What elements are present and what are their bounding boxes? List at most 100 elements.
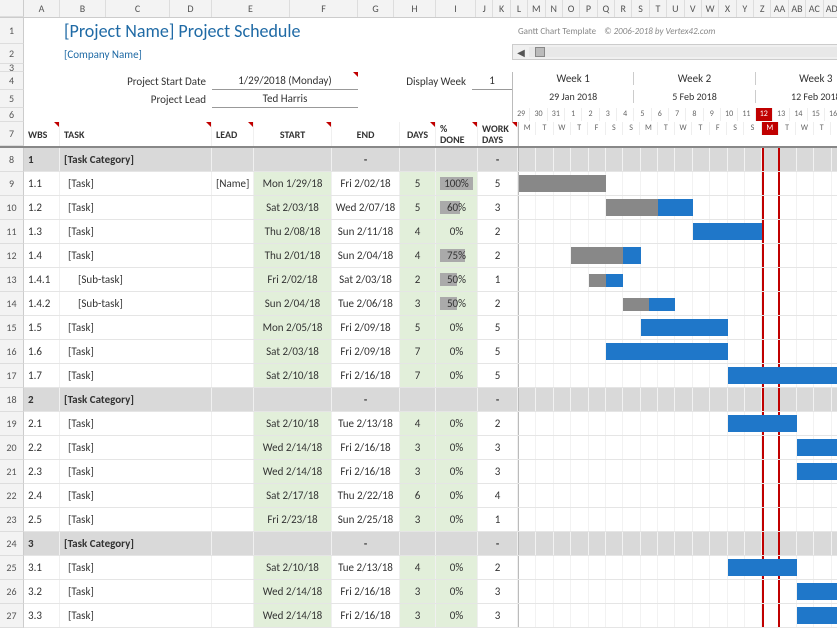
column-header[interactable]: AA [771, 0, 788, 17]
start-cell[interactable]: Sat 2/03/18 [254, 340, 332, 363]
lead-cell[interactable] [212, 316, 254, 339]
workdays-cell[interactable]: 3 [478, 436, 518, 459]
workdays-cell[interactable]: 4 [478, 484, 518, 507]
column-header[interactable]: H [394, 0, 436, 17]
end-cell[interactable]: Fri 2/09/18 [332, 340, 400, 363]
start-cell[interactable]: Fri 2/02/18 [254, 268, 332, 291]
lead-cell[interactable] [212, 532, 254, 555]
end-cell[interactable]: Fri 2/16/18 [332, 460, 400, 483]
pct-cell[interactable]: 0% [436, 460, 478, 483]
gantt-bar[interactable] [571, 247, 641, 264]
col-task[interactable]: TASK [60, 122, 212, 146]
column-header[interactable]: K [493, 0, 510, 17]
end-cell[interactable]: Fri 2/16/18 [332, 364, 400, 387]
task-cell[interactable]: [Task] [60, 316, 212, 339]
column-header[interactable]: S [632, 0, 649, 17]
gantt-bar[interactable] [519, 175, 606, 192]
pct-cell[interactable]: 100% [436, 172, 478, 195]
task-cell[interactable]: [Task] [60, 340, 212, 363]
row-header[interactable]: 1 [0, 18, 24, 44]
task-cell[interactable]: [Task] [60, 460, 212, 483]
pct-cell[interactable]: 0% [436, 484, 478, 507]
column-header[interactable]: J [476, 0, 493, 17]
lead-cell[interactable] [212, 484, 254, 507]
row-header[interactable]: 10 [0, 196, 24, 220]
days-cell[interactable]: 3 [400, 436, 436, 459]
days-cell[interactable]: 4 [400, 244, 436, 267]
task-cell[interactable]: [Task] [60, 364, 212, 387]
column-header[interactable]: E [212, 0, 290, 17]
lead-cell[interactable] [212, 292, 254, 315]
end-cell[interactable]: Tue 2/06/18 [332, 292, 400, 315]
start-cell[interactable]: Wed 2/14/18 [254, 436, 332, 459]
row-header[interactable]: 8 [0, 148, 24, 172]
wbs-cell[interactable]: 2.1 [24, 412, 60, 435]
gantt-bar[interactable] [693, 223, 763, 240]
start-cell[interactable]: Mon 1/29/18 [254, 172, 332, 195]
col-end[interactable]: END [332, 122, 400, 146]
start-cell[interactable]: Sat 2/10/18 [254, 412, 332, 435]
task-cell[interactable]: [Task] [60, 412, 212, 435]
wbs-cell[interactable]: 2.4 [24, 484, 60, 507]
task-cell[interactable]: [Sub-task] [60, 268, 212, 291]
days-cell[interactable]: 7 [400, 340, 436, 363]
wbs-cell[interactable]: 1.4.2 [24, 292, 60, 315]
days-cell[interactable]: 3 [400, 292, 436, 315]
end-cell[interactable]: Fri 2/16/18 [332, 604, 400, 627]
days-cell[interactable]: 4 [400, 220, 436, 243]
row-header[interactable]: 13 [0, 268, 24, 292]
task-cell[interactable]: [Task Category] [60, 388, 212, 411]
end-cell[interactable]: Fri 2/09/18 [332, 316, 400, 339]
lead-cell[interactable] [212, 604, 254, 627]
days-cell[interactable]: 5 [400, 196, 436, 219]
wbs-cell[interactable]: 2 [24, 388, 60, 411]
workdays-cell[interactable]: - [478, 532, 518, 555]
start-cell[interactable]: Wed 2/14/18 [254, 580, 332, 603]
column-header[interactable]: C [106, 0, 170, 17]
gantt-bar[interactable] [728, 367, 837, 384]
start-cell[interactable]: Wed 2/14/18 [254, 460, 332, 483]
column-header[interactable]: Y [737, 0, 754, 17]
wbs-cell[interactable]: 3.2 [24, 580, 60, 603]
task-cell[interactable]: [Task] [60, 604, 212, 627]
column-header[interactable]: F [290, 0, 358, 17]
days-cell[interactable]: 3 [400, 460, 436, 483]
workdays-cell[interactable]: 2 [478, 412, 518, 435]
end-cell[interactable]: - [332, 148, 400, 171]
workdays-cell[interactable]: 3 [478, 580, 518, 603]
task-cell[interactable]: [Task] [60, 436, 212, 459]
workdays-cell[interactable]: 5 [478, 316, 518, 339]
column-header[interactable]: AD [824, 0, 837, 17]
pct-cell[interactable] [436, 148, 478, 171]
days-cell[interactable]: 6 [400, 484, 436, 507]
row-header[interactable]: 14 [0, 292, 24, 316]
lead-cell[interactable] [212, 196, 254, 219]
lead-cell[interactable] [212, 580, 254, 603]
gantt-bar[interactable] [797, 583, 837, 600]
row-header[interactable]: 15 [0, 316, 24, 340]
row-header[interactable]: 22 [0, 484, 24, 508]
workdays-cell[interactable]: 2 [478, 220, 518, 243]
start-date-value[interactable]: 1/29/2018 (Monday) [212, 72, 358, 90]
lead-cell[interactable] [212, 148, 254, 171]
lead-cell[interactable] [212, 460, 254, 483]
task-cell[interactable]: [Task] [60, 580, 212, 603]
col-lead[interactable]: LEAD [212, 122, 254, 146]
wbs-cell[interactable]: 1 [24, 148, 60, 171]
wbs-cell[interactable]: 1.4 [24, 244, 60, 267]
wbs-cell[interactable]: 1.7 [24, 364, 60, 387]
days-cell[interactable]: 7 [400, 364, 436, 387]
end-cell[interactable]: Tue 2/13/18 [332, 412, 400, 435]
pct-cell[interactable]: 0% [436, 316, 478, 339]
workdays-cell[interactable]: 1 [478, 268, 518, 291]
column-header[interactable]: L [511, 0, 528, 17]
gantt-bar[interactable] [623, 298, 675, 311]
task-cell[interactable]: [Task] [60, 508, 212, 531]
wbs-cell[interactable]: 3.3 [24, 604, 60, 627]
pct-cell[interactable]: 0% [436, 580, 478, 603]
start-cell[interactable]: Sat 2/03/18 [254, 196, 332, 219]
end-cell[interactable]: - [332, 388, 400, 411]
lead-cell[interactable] [212, 340, 254, 363]
wbs-cell[interactable]: 1.6 [24, 340, 60, 363]
row-header[interactable]: 11 [0, 220, 24, 244]
